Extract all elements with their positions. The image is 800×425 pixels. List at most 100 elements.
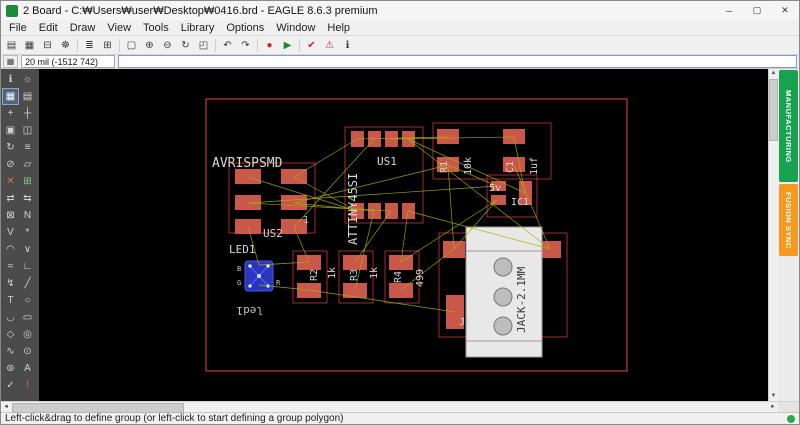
save-icon[interactable]: ▦ — [21, 37, 38, 53]
menu-edit[interactable]: Edit — [33, 22, 64, 34]
grid-icon[interactable]: ⊞ — [99, 37, 116, 53]
fusion-sync-tab[interactable]: FUSION SYNC — [779, 184, 798, 256]
menu-window[interactable]: Window — [270, 22, 321, 34]
label-r4: R4 — [393, 271, 404, 283]
label-pin1: 1 — [303, 215, 309, 226]
zoom-redraw-icon[interactable]: ↻ — [177, 37, 194, 53]
manufacturing-tab[interactable]: MANUFACTURING — [779, 70, 798, 182]
minimize-button[interactable]: ─ — [715, 1, 743, 20]
maximize-button[interactable]: ▢ — [743, 1, 771, 20]
status-message: Left-click&drag to define group (or left… — [5, 413, 344, 424]
tool-pinswap-icon[interactable]: ⇄ — [2, 190, 19, 207]
tool-copy-icon[interactable]: ▣ — [2, 122, 19, 139]
tool-smash-icon[interactable]: * — [19, 224, 36, 241]
tool-polygon-icon[interactable]: ◇ — [2, 326, 19, 343]
layer-settings-icon[interactable]: ≣ — [81, 37, 98, 53]
tool-via-icon[interactable]: ◎ — [19, 326, 36, 343]
open-icon[interactable]: ▤ — [3, 37, 20, 53]
tool-replace-icon[interactable]: ⇆ — [19, 190, 36, 207]
board-svg: AVRISPSMD US1 ATTINY45SI US2 1 R1 10k C1… — [205, 98, 628, 372]
tool-route-icon[interactable]: ∟ — [19, 258, 36, 275]
label-led1-mirrored: led1 — [237, 304, 264, 317]
label-5v: 5v — [489, 183, 501, 194]
status-bar: Left-click&drag to define group (or left… — [1, 412, 799, 424]
tool-rotate-icon[interactable]: ↻ — [2, 139, 19, 156]
tool-signal-icon[interactable]: ∿ — [2, 343, 19, 360]
zoom-select-icon[interactable]: ◰ — [195, 37, 212, 53]
go-icon[interactable]: ▶ — [279, 37, 296, 53]
scroll-up-icon[interactable]: ▲ — [771, 69, 777, 78]
tool-ripup-icon[interactable]: ↯ — [2, 275, 19, 292]
horizontal-scroll-thumb[interactable] — [12, 403, 184, 413]
tool-cut-icon[interactable]: ⊘ — [2, 156, 19, 173]
errors-icon[interactable]: ⚠ — [321, 37, 338, 53]
led-component[interactable] — [244, 260, 274, 292]
tool-show-icon[interactable]: ☼ — [19, 71, 36, 88]
vertical-scrollbar[interactable]: ▲ ▼ — [768, 69, 778, 401]
zoom-fit-icon[interactable]: ▢ — [123, 37, 140, 53]
menu-library[interactable]: Library — [175, 22, 221, 34]
tool-circle-icon[interactable]: ○ — [19, 292, 36, 309]
tool-hole-icon[interactable]: ⊙ — [19, 343, 36, 360]
tool-rect-icon[interactable]: ▭ — [19, 309, 36, 326]
tool-lock-icon[interactable]: ⊠ — [2, 207, 19, 224]
menu-view[interactable]: View — [101, 22, 137, 34]
print-icon[interactable]: ⊟ — [39, 37, 56, 53]
tool-auto-icon[interactable]: A — [19, 360, 36, 377]
undo-icon[interactable]: ↶ — [219, 37, 236, 53]
horizontal-scroll-track[interactable] — [11, 402, 768, 413]
scroll-left-icon[interactable]: ◄ — [1, 402, 11, 412]
jack-component[interactable] — [465, 226, 543, 358]
tool-paste-icon[interactable]: ▱ — [19, 156, 36, 173]
zoom-out-icon[interactable]: ⊖ — [159, 37, 176, 53]
menu-file[interactable]: File — [3, 22, 33, 34]
tool-drc-icon[interactable]: ✓ — [2, 377, 19, 394]
close-button[interactable]: ✕ — [771, 1, 799, 20]
label-r2: R2 — [309, 269, 320, 281]
eagle-window: 2 Board - C:₩Users₩user₩Desktop₩0416.brd… — [0, 0, 800, 425]
menu-help[interactable]: Help — [321, 22, 356, 34]
main-toolbar: ▤ ▦ ⊟ ☸ ≣ ⊞ ▢ ⊕ ⊖ ↻ ◰ ↶ ↷ ● ▶ ✔ ⚠ ℹ — [1, 36, 799, 55]
horizontal-scrollbar[interactable]: ◄ ► — [1, 401, 799, 413]
tool-wire-icon[interactable]: ╱ — [19, 275, 36, 292]
tool-mark-icon[interactable]: ┼ — [19, 105, 36, 122]
pcb-canvas[interactable]: AVRISPSMD US1 ATTINY45SI US2 1 R1 10k C1… — [39, 69, 768, 401]
tool-add-icon[interactable]: ⊞ — [19, 173, 36, 190]
tool-optimize-icon[interactable]: ≈ — [2, 258, 19, 275]
grid-coordinate-readout: 20 mil (-1512 742) — [21, 55, 115, 68]
stop-icon[interactable]: ● — [261, 37, 278, 53]
zoom-in-icon[interactable]: ⊕ — [141, 37, 158, 53]
label-r1val: 10k — [463, 157, 474, 175]
tool-mirror-icon[interactable]: ◫ — [19, 122, 36, 139]
tool-change-icon[interactable]: ≡ — [19, 139, 36, 156]
grid-settings-icon[interactable]: ▦ — [3, 55, 18, 68]
tool-display-icon[interactable]: ▤ — [19, 88, 36, 105]
tool-split-icon[interactable]: ∨ — [19, 241, 36, 258]
tool-miter-icon[interactable]: ◠ — [2, 241, 19, 258]
label-c1: C1 — [505, 161, 516, 173]
scrollbar-corner — [778, 402, 799, 412]
tool-delete-icon[interactable]: ✕ — [2, 173, 19, 190]
label-us2: US2 — [263, 227, 283, 240]
scroll-down-icon[interactable]: ▼ — [771, 392, 777, 401]
tool-erc-icon[interactable]: ! — [19, 377, 36, 394]
menu-options[interactable]: Options — [220, 22, 270, 34]
tool-arc-icon[interactable]: ◡ — [2, 309, 19, 326]
cam-icon[interactable]: ☸ — [57, 37, 74, 53]
menu-draw[interactable]: Draw — [64, 22, 102, 34]
tool-text-icon[interactable]: T — [2, 292, 19, 309]
redo-icon[interactable]: ↷ — [237, 37, 254, 53]
help-info-icon[interactable]: ℹ — [339, 37, 356, 53]
tool-info-icon[interactable]: ℹ — [2, 71, 19, 88]
tool-ratsnest-icon[interactable]: ⊛ — [2, 360, 19, 377]
tool-name-icon[interactable]: N — [19, 207, 36, 224]
vertical-scroll-thumb[interactable] — [769, 79, 778, 141]
tool-value-icon[interactable]: V — [2, 224, 19, 241]
tool-move-icon[interactable]: + — [2, 105, 19, 122]
scroll-right-icon[interactable]: ► — [768, 402, 778, 412]
tool-group-icon[interactable]: ▦ — [2, 88, 19, 105]
command-input[interactable] — [118, 55, 797, 68]
label-r3: R3 — [349, 269, 360, 281]
run-drc-icon[interactable]: ✔ — [303, 37, 320, 53]
menu-tools[interactable]: Tools — [137, 22, 175, 34]
